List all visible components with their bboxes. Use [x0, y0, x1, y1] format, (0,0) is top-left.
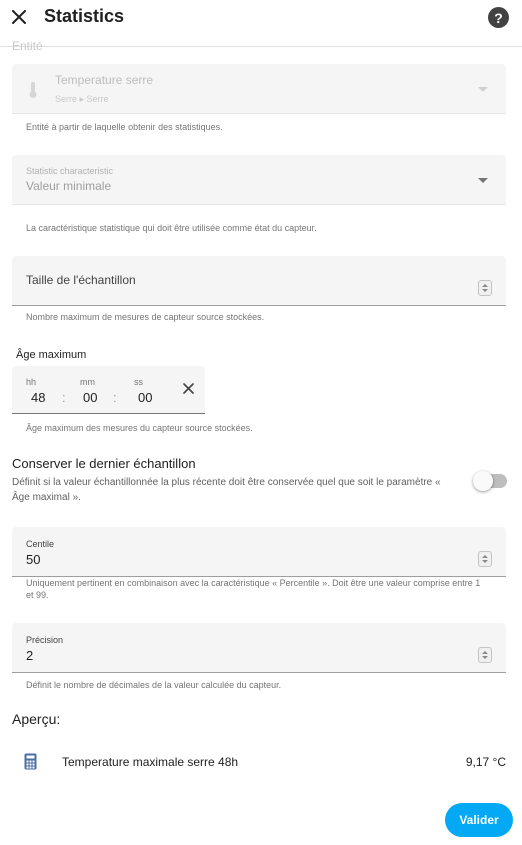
precision-value[interactable]: 2: [26, 648, 33, 663]
max-age-field: hh mm ss 48 : 00 : 00: [12, 366, 205, 414]
percentile-helper: Uniquement pertinent en combinaison avec…: [26, 578, 481, 600]
hours-label: hh: [26, 377, 37, 387]
minutes-input[interactable]: 00: [83, 390, 97, 405]
keep-last-sample-toggle[interactable]: [473, 471, 507, 491]
toggle-knob: [473, 471, 493, 491]
entity-area: Serre ▸ Serre: [55, 94, 109, 104]
stepper-icon[interactable]: [478, 280, 492, 296]
dialog-title: Statistics: [44, 6, 125, 26]
close-icon[interactable]: [8, 6, 30, 28]
entity-label: Entité: [12, 39, 43, 53]
precision-helper: Définit le nombre de décimales de la val…: [26, 680, 282, 690]
sampling-size-label: Taille de l'échantillon: [26, 273, 136, 287]
hours-input[interactable]: 48: [31, 390, 45, 405]
sampling-size-field[interactable]: Taille de l'échantillon: [12, 256, 506, 306]
preview-entity-name: Temperature maximale serre 48h: [62, 755, 239, 769]
entity-picker[interactable]: Temperature serre Serre ▸ Serre: [12, 64, 506, 114]
characteristic-helper: La caractéristique statistique qui doit …: [26, 223, 317, 233]
preview-entity-value: 9,17 °C: [465, 755, 506, 769]
sampling-size-helper: Nombre maximum de mesures de capteur sou…: [26, 312, 265, 322]
chevron-down-icon: [478, 87, 488, 92]
submit-button[interactable]: Valider: [445, 803, 513, 837]
max-age-label: Âge maximum: [16, 349, 87, 361]
precision-label: Précision: [26, 635, 64, 645]
preview-row: Temperature maximale serre 48h 9,17 °C: [12, 745, 506, 781]
help-icon[interactable]: ?: [488, 7, 509, 28]
characteristic-select[interactable]: Statistic characteristic Valeur minimale: [12, 155, 506, 205]
calculator-icon: [24, 753, 37, 775]
seconds-input[interactable]: 00: [138, 390, 152, 405]
stepper-icon[interactable]: [478, 647, 492, 663]
characteristic-label: Statistic characteristic: [26, 166, 114, 176]
chevron-down-icon: [478, 178, 488, 183]
thermometer-icon: [28, 81, 38, 104]
minutes-label: mm: [80, 377, 95, 387]
precision-field[interactable]: Précision 2: [12, 623, 506, 673]
keep-last-sample-title: Conserver le dernier échantillon: [12, 456, 196, 471]
stepper-icon[interactable]: [478, 551, 492, 567]
clear-icon[interactable]: [179, 379, 197, 397]
entity-helper: Entité à partir de laquelle obtenir des …: [26, 122, 223, 132]
max-age-helper: Âge maximum des mesures du capteur sourc…: [26, 423, 253, 433]
percentile-field[interactable]: Centile 50: [12, 527, 506, 577]
time-separator: :: [113, 390, 117, 405]
preview-title: Aperçu:: [12, 711, 61, 727]
dialog-header: Statistics ?: [0, 0, 522, 47]
entity-name: Temperature serre: [55, 73, 154, 87]
percentile-value[interactable]: 50: [26, 552, 40, 567]
percentile-label: Centile: [26, 539, 55, 549]
characteristic-value: Valeur minimale: [26, 179, 112, 193]
time-separator: :: [62, 390, 66, 405]
keep-last-sample-description: Définit si la valeur échantillonnée la p…: [12, 477, 441, 503]
seconds-label: ss: [134, 377, 143, 387]
